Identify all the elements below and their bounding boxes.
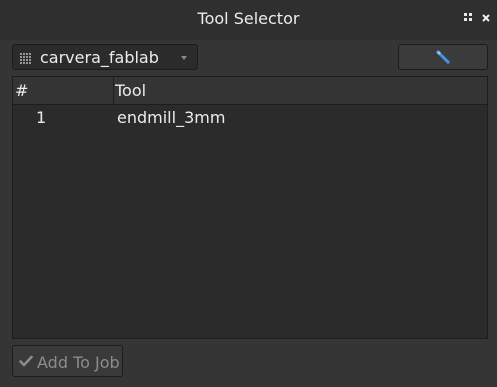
close-icon[interactable] bbox=[480, 12, 492, 26]
table-header: # Tool bbox=[13, 77, 487, 105]
library-bits-icon bbox=[19, 51, 33, 65]
row-tool-name: endmill_3mm bbox=[117, 108, 226, 127]
column-divider[interactable] bbox=[113, 77, 114, 104]
title-bar[interactable]: Tool Selector bbox=[0, 0, 497, 40]
table-row[interactable]: 1 endmill_3mm bbox=[13, 105, 487, 129]
edit-library-button[interactable] bbox=[398, 44, 488, 70]
row-number: 1 bbox=[36, 108, 47, 127]
float-icon[interactable] bbox=[462, 12, 474, 26]
tool-selector-window: Tool Selector carvera_fablab # Tool 1 en… bbox=[0, 0, 497, 387]
tool-library-select[interactable]: carvera_fablab bbox=[12, 44, 198, 70]
chevron-down-icon bbox=[181, 56, 187, 60]
add-to-job-button[interactable]: Add To Job bbox=[12, 345, 123, 377]
pencil-icon bbox=[436, 50, 450, 64]
add-to-job-label: Add To Job bbox=[37, 353, 120, 372]
checkmark-icon bbox=[19, 355, 33, 367]
column-header-number[interactable]: # bbox=[15, 81, 28, 100]
tools-table: # Tool 1 endmill_3mm bbox=[12, 76, 488, 339]
window-title: Tool Selector bbox=[197, 9, 300, 28]
column-header-tool[interactable]: Tool bbox=[115, 81, 146, 100]
tool-library-value: carvera_fablab bbox=[40, 48, 159, 67]
